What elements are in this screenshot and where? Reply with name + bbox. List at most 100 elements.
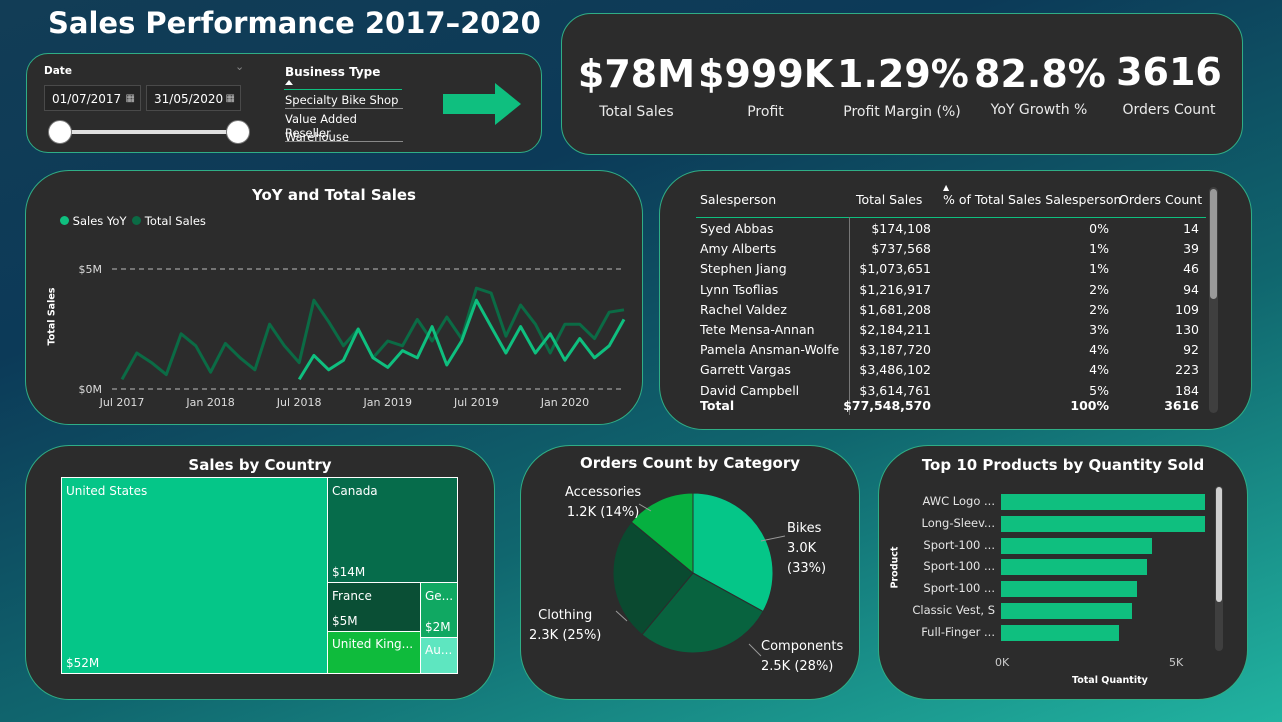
total-orders-value: 3616 (1164, 398, 1199, 413)
business-type-item[interactable]: Warehouse (285, 130, 349, 144)
kpi-label-profit: Profit (747, 104, 784, 120)
table-row[interactable]: Tete Mensa-Annan $2,184,211 3% 130 (696, 322, 1206, 342)
business-type-item[interactable]: Specialty Bike Shop (285, 93, 403, 109)
table-cell: $1,073,651 (859, 261, 931, 277)
bar-4[interactable] (1001, 581, 1137, 598)
table-cell: Amy Alberts (700, 241, 777, 257)
kpi-value-orders-count: 3616 (1116, 50, 1222, 94)
kpi-label-total-sales: Total Sales (599, 104, 674, 120)
bar-panel: Top 10 Products by Quantity Sold Product… (878, 445, 1248, 700)
table-header: Salesperson Total Sales % of Total Sales… (696, 183, 1206, 218)
x-tick-label: Jul 2018 (276, 396, 322, 409)
table-scrollbar[interactable] (1209, 187, 1218, 413)
table-row[interactable]: Syed Abbas $174,108 0% 14 (696, 221, 1206, 241)
column-header-total-sales[interactable]: Total Sales (856, 192, 922, 207)
x-tick-label: 5K (1169, 656, 1184, 669)
pie-label-name: Bikes (787, 521, 822, 536)
column-header-salesperson[interactable]: Salesperson (700, 192, 776, 207)
pie-label-value: 1.2K (14%) (566, 505, 640, 520)
table-cell: 223 (1175, 362, 1199, 378)
kpi-value-yoy-growth: 82.8% (974, 52, 1106, 96)
treemap-cell-united-kingdom[interactable]: United King... (327, 631, 421, 674)
line-chart-panel: YoY and Total Sales Sales YoY Total Sale… (25, 170, 643, 425)
treemap-panel: Sales by Country United States $52M Cana… (25, 445, 495, 700)
table-cell: $3,614,761 (859, 382, 931, 398)
table-cell: 94 (1183, 281, 1199, 297)
table-cell: Stephen Jiang (700, 261, 787, 277)
bar-6[interactable] (1001, 624, 1120, 641)
bar-scrollbar-thumb[interactable] (1216, 487, 1222, 602)
table-row[interactable]: Amy Alberts $737,568 1% 39 (696, 241, 1206, 261)
kpi-label-orders-count: Orders Count (1122, 102, 1216, 118)
bar-1[interactable] (1001, 515, 1205, 532)
bar-category-label: Full-Finger ... (921, 624, 995, 639)
x-tick-label: Jul 2017 (99, 396, 145, 409)
treemap-label: France (332, 589, 372, 603)
table-cell: 1% (1089, 261, 1109, 277)
bar-2[interactable] (1001, 537, 1153, 554)
table-row[interactable]: Stephen Jiang $1,073,651 1% 46 (696, 261, 1206, 281)
pie-label-name: Accessories (565, 485, 642, 500)
column-header-orders-count[interactable]: Orders Count (1119, 192, 1202, 207)
y-tick-label: $5M (79, 263, 103, 276)
table-cell: 184 (1175, 382, 1199, 398)
date-to-input[interactable]: 31/05/2020 ▦ (146, 85, 241, 111)
pie-leader-line (748, 643, 762, 657)
table-cell: 4% (1089, 342, 1109, 358)
table-cell: $3,486,102 (859, 362, 931, 378)
treemap-cell-united-states[interactable]: United States $52M (61, 477, 328, 674)
table-cell: David Campbell (700, 382, 800, 398)
date-slider-handle-end[interactable] (226, 120, 250, 144)
kpi-value-profit: $999K (698, 52, 834, 96)
treemap-cell-germany[interactable]: Ge... $2M (420, 582, 458, 638)
arrow-right-icon (443, 83, 521, 125)
date-to-value: 31/05/2020 (154, 92, 224, 106)
bar-category-label: Classic Vest, S (912, 603, 995, 617)
table-cell: 3% (1089, 322, 1109, 337)
table-scrollbar-thumb[interactable] (1210, 189, 1217, 299)
treemap-label: Ge... (425, 589, 454, 603)
chevron-down-icon[interactable]: ⌄ (235, 60, 244, 73)
treemap-value: $14M (332, 565, 366, 579)
treemap-cell-australia[interactable]: Au... (420, 637, 458, 674)
x-tick-label: Jan 2020 (540, 396, 589, 409)
column-header-percent[interactable]: % of Total Sales Salesperson (943, 192, 1121, 207)
date-from-value: 01/07/2017 (52, 92, 122, 106)
pie-label-value: 2.5K (28%) (761, 659, 834, 674)
total-label: Total (700, 398, 735, 413)
table-cell: 39 (1183, 241, 1199, 257)
bar-category-label: Long-Sleev... (921, 515, 995, 530)
sort-up-icon[interactable]: ▲ (943, 183, 949, 192)
table-cell: 109 (1175, 301, 1199, 317)
treemap-value: $2M (425, 620, 451, 634)
x-tick-label: Jan 2018 (185, 396, 234, 409)
pie-label-name: Components (761, 639, 844, 654)
bar-3[interactable] (1001, 559, 1148, 576)
table-cell: Tete Mensa-Annan (700, 322, 815, 337)
bar-category-label: Sport-100 ... (923, 581, 995, 596)
table-row[interactable]: Pamela Ansman-Wolfe $3,187,720 4% 92 (696, 342, 1206, 362)
date-slider-track[interactable] (60, 130, 238, 134)
table-row[interactable]: Garrett Vargas $3,486,102 4% 223 (696, 362, 1206, 382)
x-tick-label: Jul 2019 (453, 396, 499, 409)
kpi-label-profit-margin: Profit Margin (%) (843, 104, 961, 120)
date-from-input[interactable]: 01/07/2017 ▦ (44, 85, 141, 111)
calendar-icon[interactable]: ▦ (126, 86, 135, 112)
date-slider-handle-start[interactable] (48, 120, 72, 144)
bar-0[interactable] (1001, 494, 1205, 510)
calendar-icon[interactable]: ▦ (226, 86, 235, 112)
x-tick-label: Jan 2019 (363, 396, 412, 409)
bar-scrollbar[interactable] (1215, 486, 1223, 651)
treemap-cell-canada[interactable]: Canada $14M (327, 477, 458, 583)
bar-5[interactable] (1001, 603, 1132, 619)
bar-category-label: AWC Logo ... (922, 494, 996, 508)
table-cell: $3,187,720 (859, 342, 931, 358)
sort-up-icon[interactable] (285, 80, 293, 85)
pie-label-components: Components 2.5K (28%) (761, 637, 843, 677)
y-tick-label: $0M (79, 383, 103, 396)
table-row[interactable]: Rachel Valdez $1,681,208 2% 109 (696, 302, 1206, 322)
table-row[interactable]: Lynn Tsoflias $1,216,917 2% 94 (696, 282, 1206, 302)
treemap-cell-france[interactable]: France $5M (327, 582, 421, 632)
salesperson-table-panel: Salesperson Total Sales % of Total Sales… (659, 170, 1252, 430)
table-cell: 2% (1089, 281, 1109, 297)
